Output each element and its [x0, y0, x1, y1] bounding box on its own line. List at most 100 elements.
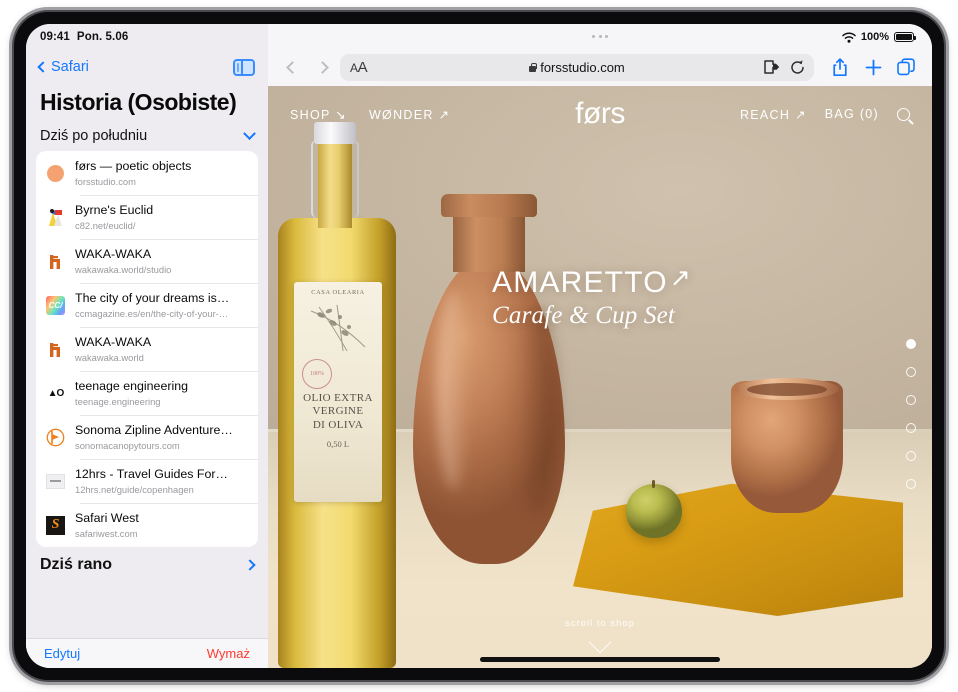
webpage-forsstudio: SHOP ↘ WØNDER ↗ førs REACH ↗ BAG (0) CAS…	[268, 86, 932, 668]
amaretto-cup	[731, 378, 843, 513]
list-item[interactable]: Sonoma Zipline Adventure… sonomacanopyto…	[36, 415, 258, 459]
back-to-safari-button[interactable]: Safari	[37, 59, 89, 75]
browser-pane: 100% AA forsstudio.com SHOP ↘ WØNDER ↗ f…	[268, 24, 932, 668]
address-bar[interactable]: AA forsstudio.com	[340, 53, 814, 81]
text-size-button[interactable]: AA	[347, 59, 368, 76]
list-item-title: teenage engineering	[75, 378, 188, 393]
site-navigation: SHOP ↘ WØNDER ↗ førs REACH ↗ BAG (0)	[268, 86, 932, 142]
carousel-dot-2[interactable]	[906, 367, 916, 377]
lock-icon	[529, 62, 537, 72]
list-item-title: 12hrs - Travel Guides For…	[75, 466, 228, 481]
bottle-label-line1: OLIO EXTRA	[303, 392, 373, 404]
list-item[interactable]: førs — poetic objects forsstudio.com	[36, 151, 258, 195]
back-arrow-icon	[285, 60, 299, 74]
list-item-title: Safari West	[75, 510, 139, 525]
battery-percent: 100%	[860, 31, 889, 43]
history-group-header-morning[interactable]: Dziś rano	[26, 547, 268, 576]
window-grabber[interactable]	[592, 35, 608, 38]
list-item-title: WAKA-WAKA	[75, 246, 152, 261]
status-time: 09:41	[40, 31, 70, 43]
bottle-label-stamp: 100%	[302, 359, 332, 389]
chevron-left-icon	[37, 61, 49, 73]
browser-status-bar: 100%	[268, 24, 932, 50]
carousel-pagination	[906, 339, 916, 489]
bottle-label-volume: 0,50 L	[326, 439, 350, 450]
chevron-right-icon[interactable]	[244, 559, 256, 571]
history-sidebar: 09:41 Pon. 5.06 Safari Historia (Osobist…	[26, 24, 268, 668]
list-item-url: ccmagazine.es/en/the-city-of-your-…	[75, 308, 229, 320]
carousel-dot-1[interactable]	[906, 339, 916, 349]
list-item[interactable]: S Safari West safariwest.com	[36, 503, 258, 547]
list-item-title: Byrne's Euclid	[75, 202, 154, 217]
nav-item-shop[interactable]: SHOP ↘	[290, 107, 347, 122]
home-indicator[interactable]	[480, 657, 720, 662]
list-item-title: The city of your dreams is…	[75, 290, 230, 305]
hero-title-row[interactable]: AMARETTO ↗	[492, 266, 692, 300]
list-item-url: teenage.engineering	[75, 396, 161, 408]
screen: 09:41 Pon. 5.06 Safari Historia (Osobist…	[26, 24, 932, 668]
chair-favicon	[45, 251, 66, 272]
list-item-url: c82.net/euclid/	[75, 220, 136, 232]
sidebar-toggle-icon[interactable]	[233, 58, 255, 76]
back-button[interactable]	[280, 55, 304, 79]
carousel-dot-3[interactable]	[906, 395, 916, 405]
amaretto-carafe	[413, 194, 565, 564]
history-list: førs — poetic objects forsstudio.com Byr…	[36, 151, 258, 547]
scroll-to-shop[interactable]: scroll to shop	[565, 618, 635, 654]
status-date: Pon. 5.06	[76, 31, 129, 43]
olive-sprig-icon	[307, 303, 369, 355]
url-text: forsstudio.com	[540, 59, 625, 75]
carousel-dot-4[interactable]	[906, 423, 916, 433]
list-item-title: Sonoma Zipline Adventure…	[75, 422, 233, 437]
wifi-icon	[842, 32, 856, 43]
zipline-favicon	[45, 427, 66, 448]
forward-button[interactable]	[310, 55, 334, 79]
extensions-icon[interactable]	[764, 60, 781, 74]
search-icon[interactable]	[897, 107, 910, 121]
list-item[interactable]: ▲O teenage engineering teenage.engineeri…	[36, 371, 258, 415]
list-item-url: forsstudio.com	[75, 176, 136, 188]
clear-button[interactable]: Wymaż	[207, 646, 250, 661]
list-item-url: wakawaka.world/studio	[75, 264, 172, 276]
12hrs-favicon	[45, 471, 66, 492]
list-item-url: sonomacanopytours.com	[75, 440, 180, 452]
list-item[interactable]: 12hrs - Travel Guides For… 12hrs.net/gui…	[36, 459, 258, 503]
chevron-down-icon	[588, 630, 612, 654]
ipad-device: 09:41 Pon. 5.06 Safari Historia (Osobist…	[14, 12, 944, 680]
list-item-url: wakawaka.world	[75, 352, 144, 364]
list-item[interactable]: WAKA-WAKA wakawaka.world	[36, 327, 258, 371]
safari-toolbar: AA forsstudio.com	[268, 50, 932, 86]
list-item[interactable]: CC/ The city of your dreams is… ccmagazi…	[36, 283, 258, 327]
page-title: Historia (Osobiste)	[40, 89, 237, 115]
back-label: Safari	[51, 59, 89, 75]
forward-arrow-icon	[315, 60, 329, 74]
list-item[interactable]: WAKA-WAKA wakawaka.world/studio	[36, 239, 258, 283]
group-label: Dziś rano	[40, 556, 113, 573]
carousel-dot-5[interactable]	[906, 451, 916, 461]
fruit	[626, 480, 682, 538]
history-group-header-afternoon[interactable]: Dziś po południu	[26, 125, 268, 151]
chevron-down-icon[interactable]	[243, 126, 256, 140]
reload-icon[interactable]	[790, 59, 805, 75]
arrow-up-right-icon: ↗	[669, 264, 692, 292]
nav-item-reach[interactable]: REACH ↗	[740, 107, 807, 122]
scroll-label: scroll to shop	[565, 618, 635, 629]
tabs-button[interactable]	[896, 57, 916, 77]
carousel-dot-6[interactable]	[906, 479, 916, 489]
new-tab-button[interactable]	[863, 57, 883, 77]
bottle-label-line3: DI OLIVA	[312, 418, 364, 431]
hero-text: AMARETTO ↗ Carafe & Cup Set	[492, 266, 692, 330]
sidebar-top-bar: Safari	[26, 50, 268, 84]
edit-button[interactable]: Edytuj	[44, 646, 80, 661]
plus-icon	[865, 59, 881, 75]
cc-favicon: CC/	[45, 295, 66, 316]
bottle-label: CASA OLEARIA 100% OLIO EXTRA VERGINE DI …	[294, 282, 382, 502]
list-item[interactable]: Byrne's Euclid c82.net/euclid/	[36, 195, 258, 239]
bottle-label-top: CASA OLEARIA	[311, 289, 365, 296]
share-button[interactable]	[830, 57, 850, 77]
battery-icon	[894, 32, 916, 42]
nav-item-bag[interactable]: BAG (0)	[825, 107, 879, 121]
site-logo[interactable]: førs	[575, 97, 625, 131]
list-item-title: førs — poetic objects	[75, 158, 192, 173]
nav-item-wonder[interactable]: WØNDER ↗	[369, 107, 450, 122]
